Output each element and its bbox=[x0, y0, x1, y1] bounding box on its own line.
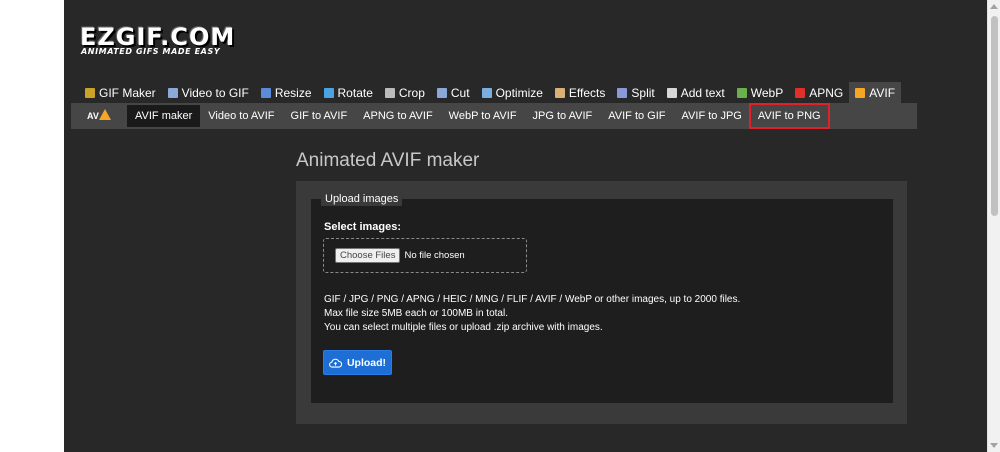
sub-nav-item-apng-to-avif[interactable]: APNG to AVIF bbox=[355, 105, 441, 127]
effects-icon bbox=[554, 87, 565, 98]
no-file-status: No file chosen bbox=[404, 250, 465, 261]
cloud-upload-icon bbox=[329, 358, 342, 368]
scroll-down-arrow-icon[interactable] bbox=[990, 443, 998, 448]
nav-item-add-text[interactable]: Add text bbox=[661, 82, 731, 103]
sub-nav-item-avif-maker[interactable]: AVIF maker bbox=[127, 105, 201, 127]
nav-item-webp[interactable]: WebP bbox=[731, 82, 789, 103]
add-text-icon bbox=[666, 87, 677, 98]
nav-item-label: Effects bbox=[568, 85, 606, 100]
nav-item-video-to-gif[interactable]: Video to GIF bbox=[162, 82, 255, 103]
upload-button-label: Upload! bbox=[346, 356, 387, 369]
apng-icon bbox=[795, 87, 806, 98]
avif-logo-text: AV bbox=[87, 111, 99, 121]
cut-icon bbox=[436, 87, 447, 98]
scroll-thumb[interactable] bbox=[991, 16, 998, 216]
nav-item-effects[interactable]: Effects bbox=[549, 82, 611, 103]
nav-item-label: Resize bbox=[274, 85, 312, 100]
sub-nav: AV AVIF maker Video to AVIF GIF to AVIF APN… bbox=[71, 103, 917, 129]
video-icon bbox=[167, 87, 178, 98]
scroll-up-arrow-icon[interactable] bbox=[990, 4, 998, 9]
upload-info-line: GIF / JPG / PNG / APNG / HEIC / MNG / FL… bbox=[324, 294, 741, 305]
select-images-label: Select images: bbox=[324, 221, 402, 233]
sub-nav-item-avif-to-gif[interactable]: AVIF to GIF bbox=[600, 105, 673, 127]
crop-icon bbox=[384, 87, 395, 98]
nav-item-gif-maker[interactable]: GIF Maker bbox=[79, 82, 162, 103]
logo-text: EZGIF.COM bbox=[80, 23, 236, 51]
nav-item-avif[interactable]: AVIF bbox=[849, 82, 902, 103]
upload-button[interactable]: Upload! bbox=[323, 350, 392, 375]
nav-item-optimize[interactable]: Optimize bbox=[476, 82, 549, 103]
sub-nav-item-video-to-avif[interactable]: Video to AVIF bbox=[200, 105, 282, 127]
nav-item-label: Add text bbox=[680, 85, 725, 100]
optimize-icon bbox=[481, 87, 492, 98]
nav-item-label: Video to GIF bbox=[181, 85, 249, 100]
nav-item-label: APNG bbox=[809, 85, 844, 100]
nav-item-split[interactable]: Split bbox=[611, 82, 660, 103]
nav-item-label: Split bbox=[631, 85, 655, 100]
nav-item-crop[interactable]: Crop bbox=[379, 82, 431, 103]
avif-icon bbox=[855, 87, 866, 98]
nav-item-cut[interactable]: Cut bbox=[431, 82, 476, 103]
webp-icon bbox=[736, 87, 747, 98]
nav-item-rotate[interactable]: Rotate bbox=[318, 82, 379, 103]
nav-item-label: AVIF bbox=[869, 85, 896, 100]
nav-item-label: Cut bbox=[450, 85, 470, 100]
upload-info-line: Max file size 5MB each or 100MB in total… bbox=[324, 308, 508, 319]
nav-item-label: GIF Maker bbox=[99, 85, 156, 100]
sub-nav-item-avif-to-jpg[interactable]: AVIF to JPG bbox=[674, 105, 750, 127]
sub-nav-item-jpg-to-avif[interactable]: JPG to AVIF bbox=[525, 105, 601, 127]
sub-nav-item-webp-to-avif[interactable]: WebP to AVIF bbox=[441, 105, 525, 127]
nav-item-apng[interactable]: APNG bbox=[789, 82, 849, 103]
main-nav: GIF Maker Video to GIF Resize Rotate Crop Cut… bbox=[79, 82, 902, 103]
nav-item-label: WebP bbox=[750, 85, 784, 100]
nav-item-label: Rotate bbox=[337, 85, 373, 100]
site-logo[interactable]: EZGIF.COM ANIMATED GIFS MADE EASY bbox=[80, 25, 234, 56]
upload-legend: Upload images bbox=[321, 193, 403, 206]
sub-nav-item-avif-to-png[interactable]: AVIF to PNG bbox=[748, 103, 830, 129]
vertical-scrollbar[interactable] bbox=[987, 0, 1000, 452]
nav-item-resize[interactable]: Resize bbox=[255, 82, 318, 103]
page-title: Animated AVIF maker bbox=[296, 150, 480, 171]
choose-files-button[interactable]: Choose Files bbox=[335, 248, 401, 263]
logo-tagline: ANIMATED GIFS MADE EASY bbox=[81, 47, 221, 56]
split-icon bbox=[617, 87, 628, 98]
upload-info-line: You can select multiple files or upload … bbox=[324, 322, 603, 333]
sub-nav-item-gif-to-avif[interactable]: GIF to AVIF bbox=[283, 105, 356, 127]
upload-info: GIF / JPG / PNG / APNG / HEIC / MNG / FL… bbox=[324, 293, 740, 335]
nav-item-label: Optimize bbox=[495, 85, 543, 100]
nav-item-label: Crop bbox=[398, 85, 425, 100]
file-dropzone[interactable]: Choose Files No file chosen bbox=[323, 238, 527, 273]
resize-icon bbox=[260, 87, 271, 98]
avif-logo-icon: AV bbox=[87, 109, 111, 123]
rotate-icon bbox=[323, 87, 334, 98]
gif-maker-icon bbox=[85, 87, 95, 98]
